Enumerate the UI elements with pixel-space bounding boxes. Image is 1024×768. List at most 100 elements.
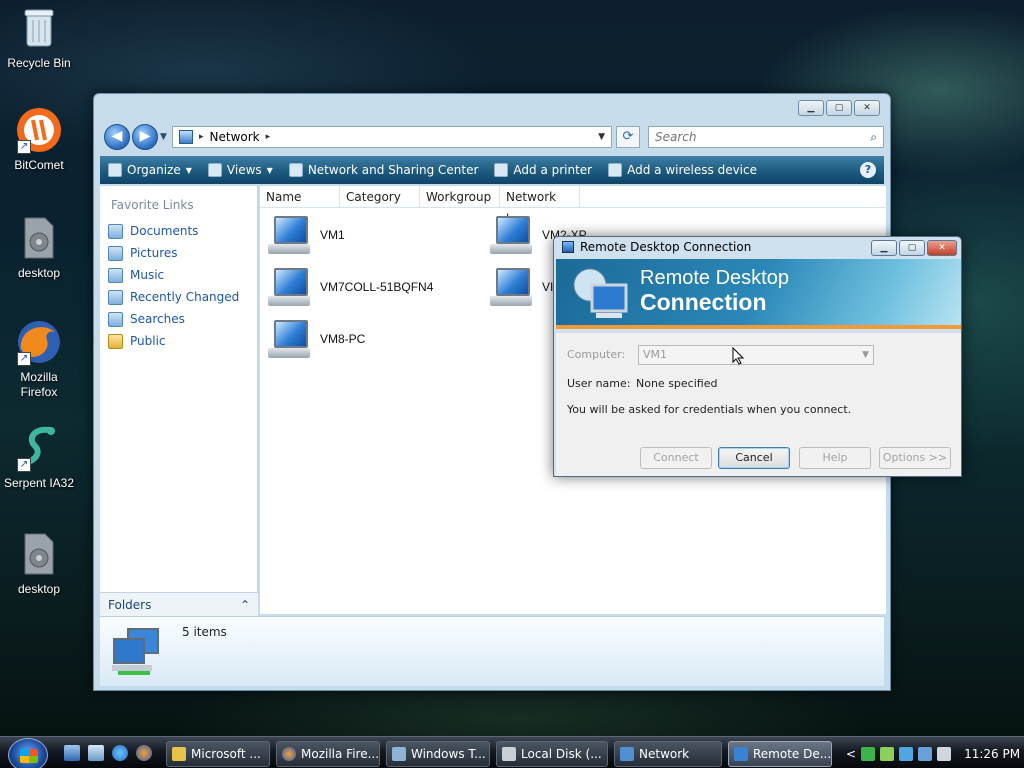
- credentials-info-text: You will be asked for credentials when y…: [567, 403, 852, 416]
- chevron-down-icon[interactable]: ▼: [862, 346, 869, 364]
- network-status-icon[interactable]: [918, 747, 933, 761]
- taskbar-button-firefox[interactable]: Mozilla Fire...: [276, 741, 380, 767]
- firefox-quicklaunch-icon[interactable]: [136, 745, 152, 761]
- nav-link-label: Public: [130, 334, 166, 348]
- remote-desktop-icon: [562, 241, 574, 253]
- desktop-icon-desktop-2[interactable]: desktop: [0, 530, 78, 596]
- maximize-button[interactable]: ▢: [899, 240, 925, 256]
- column-header-workgroup[interactable]: Workgroup: [420, 186, 500, 208]
- network-sharing-center-button[interactable]: Network and Sharing Center: [288, 163, 478, 177]
- close-button[interactable]: ✕: [927, 240, 957, 256]
- connect-button[interactable]: Connect: [640, 447, 712, 469]
- options-button[interactable]: Options >>: [879, 447, 951, 469]
- list-item[interactable]: VM7COLL-51BQFN4: [266, 266, 433, 308]
- dialog-window-controls: ▁ ▢ ✕: [871, 240, 957, 256]
- nav-link-label: Recently Changed: [130, 290, 240, 304]
- nav-link-public[interactable]: Public: [100, 330, 257, 352]
- tray-users-icon[interactable]: [899, 747, 914, 761]
- clock[interactable]: 11:26 PM: [964, 747, 1020, 761]
- network-icon: [620, 747, 634, 761]
- documents-icon: [108, 223, 123, 239]
- nav-link-documents[interactable]: Documents: [100, 220, 257, 242]
- desktop-icon-serpent[interactable]: ↗ Serpent IA32: [0, 424, 78, 490]
- nav-link-music[interactable]: Music: [100, 264, 257, 286]
- minimize-button[interactable]: ▁: [871, 240, 897, 256]
- volume-icon[interactable]: [937, 747, 952, 761]
- tray-chevron-icon[interactable]: <: [846, 747, 856, 761]
- back-button[interactable]: ◀: [104, 124, 130, 150]
- column-header-network-location[interactable]: Network lo...: [500, 186, 580, 226]
- add-printer-button[interactable]: Add a printer: [494, 163, 592, 177]
- cancel-button[interactable]: Cancel: [718, 447, 790, 469]
- help-button[interactable]: Help: [799, 447, 871, 469]
- computer-icon: [266, 214, 312, 256]
- desktop-icon-label: desktop: [17, 582, 61, 596]
- tray-app-icon[interactable]: [861, 747, 876, 761]
- list-item[interactable]: VI: [488, 266, 553, 308]
- internet-explorer-icon[interactable]: [112, 745, 128, 761]
- taskbar-button-windows-task[interactable]: Windows T...: [386, 741, 490, 767]
- taskbar-button-microsoft[interactable]: Microsoft ...: [166, 741, 270, 767]
- address-dropdown-icon[interactable]: ▼: [598, 132, 605, 142]
- maximize-button[interactable]: ▢: [826, 100, 852, 116]
- wireless-device-icon: [608, 163, 623, 177]
- search-input[interactable]: [655, 130, 845, 144]
- views-button[interactable]: Views ▼: [207, 163, 273, 177]
- task-manager-icon: [392, 747, 406, 761]
- taskbar-button-label: Local Disk (...: [521, 747, 602, 761]
- tray-app-icon[interactable]: [880, 747, 895, 761]
- taskbar-button-network[interactable]: Network: [614, 741, 722, 767]
- search-icon[interactable]: ⌕: [870, 130, 877, 145]
- remote-desktop-icon: [734, 747, 748, 761]
- dialog-title: Remote Desktop Connection: [580, 240, 752, 254]
- taskbar-button-label: Microsoft ...: [191, 747, 261, 761]
- add-wireless-device-button[interactable]: Add a wireless device: [608, 163, 757, 177]
- username-value: None specified: [636, 377, 718, 390]
- minimize-button[interactable]: ▁: [798, 100, 824, 116]
- computer-label: Computer:: [567, 348, 626, 361]
- desktop-icon-desktop[interactable]: desktop: [0, 214, 78, 280]
- mouse-cursor-icon: [732, 346, 745, 365]
- help-icon[interactable]: ?: [860, 162, 876, 178]
- breadcrumb-separator: ▸: [265, 132, 271, 142]
- chevron-up-icon[interactable]: ⌃: [240, 598, 250, 612]
- taskbar-button-label: Remote De...: [753, 747, 832, 761]
- remote-desktop-dialog[interactable]: Remote Desktop Connection ▁ ▢ ✕ Remote D…: [553, 236, 962, 477]
- refresh-button[interactable]: ⟳: [616, 126, 640, 148]
- taskbar-button-remote-desktop[interactable]: Remote De...: [728, 741, 832, 767]
- nav-link-pictures[interactable]: Pictures: [100, 242, 257, 264]
- disk-icon: [502, 747, 516, 761]
- folders-label: Folders: [108, 597, 152, 612]
- recent-pages-dropdown[interactable]: ▼: [160, 132, 167, 142]
- list-item-label: VM1: [320, 228, 345, 242]
- switch-windows-icon[interactable]: [88, 745, 104, 761]
- start-button[interactable]: [8, 738, 48, 768]
- show-desktop-icon[interactable]: [64, 745, 80, 761]
- list-item[interactable]: VM1: [266, 214, 345, 256]
- network-sharing-icon: [288, 163, 303, 177]
- recycle-bin-icon: [15, 4, 63, 52]
- taskbar-button-label: Mozilla Fire...: [301, 747, 380, 761]
- computer-combobox[interactable]: VM1 ▼: [638, 345, 874, 365]
- gear-document-icon: [15, 214, 63, 262]
- desktop-icon-label: desktop: [17, 266, 61, 280]
- nav-link-searches[interactable]: Searches: [100, 308, 257, 330]
- organize-button[interactable]: Organize ▼: [108, 163, 192, 177]
- address-bar[interactable]: ▸ Network ▸ ▼: [172, 126, 612, 148]
- computer-icon: [488, 266, 534, 308]
- item-count-status: 5 items: [182, 625, 227, 639]
- desktop-icon-bitcomet[interactable]: ↗ BitComet: [0, 106, 78, 172]
- forward-button[interactable]: ▶: [132, 124, 158, 150]
- desktop-icon-firefox[interactable]: ↗ Mozilla Firefox: [0, 318, 78, 400]
- desktop-icon-recycle-bin[interactable]: Recycle Bin: [0, 4, 78, 70]
- column-header-category[interactable]: Category: [340, 186, 420, 208]
- column-header-name[interactable]: Name: [260, 186, 340, 208]
- nav-link-recently-changed[interactable]: Recently Changed: [100, 286, 257, 308]
- search-box[interactable]: ⌕: [648, 126, 884, 148]
- command-toolbar: Organize ▼ Views ▼ Network and Sharing C…: [100, 156, 884, 184]
- taskbar-button-local-disk[interactable]: Local Disk (...: [496, 741, 608, 767]
- breadcrumb-network[interactable]: Network: [210, 130, 260, 144]
- close-button[interactable]: ✕: [854, 100, 880, 116]
- folders-bar[interactable]: Folders ⌃: [100, 592, 258, 616]
- list-item[interactable]: VM8-PC: [266, 318, 365, 360]
